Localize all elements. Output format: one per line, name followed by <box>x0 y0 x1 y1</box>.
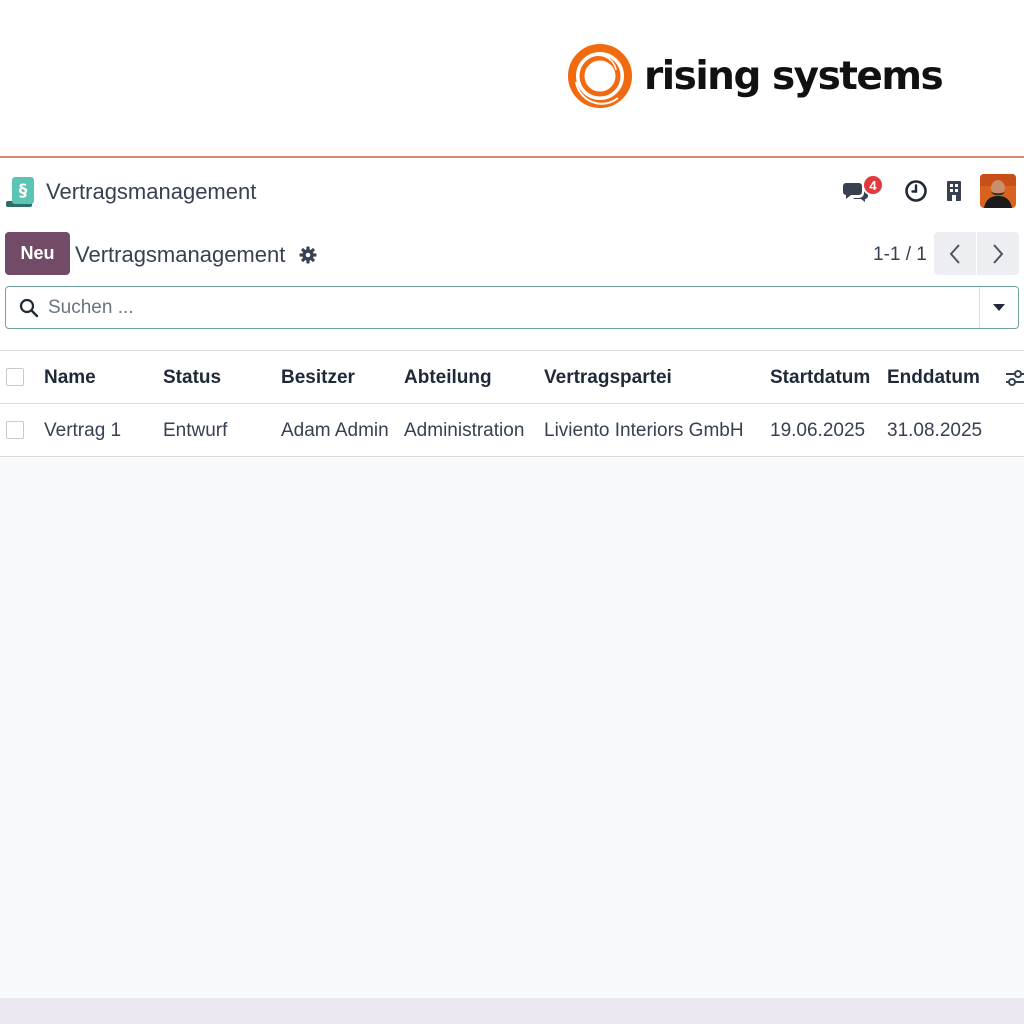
cell-status: Entwurf <box>163 419 228 441</box>
pager-previous-button[interactable] <box>934 232 976 275</box>
search-bar <box>5 286 1019 329</box>
brand: rising systems <box>566 42 944 110</box>
company-icon[interactable] <box>941 178 967 204</box>
table-row[interactable]: Vertrag 1 Entwurf Adam Admin Administrat… <box>0 404 1024 457</box>
gear-icon[interactable] <box>299 246 317 264</box>
chevron-left-icon <box>949 243 960 264</box>
clock-icon[interactable] <box>903 178 929 204</box>
column-header-end-date[interactable]: Enddatum <box>887 351 980 404</box>
cell-contract-party: Liviento Interiors GmbH <box>544 419 744 441</box>
column-header-owner[interactable]: Besitzer <box>281 351 355 404</box>
column-header-department[interactable]: Abteilung <box>404 351 492 404</box>
select-all-checkbox[interactable] <box>6 368 24 386</box>
new-button[interactable]: Neu <box>5 232 70 275</box>
search-input[interactable] <box>48 288 968 328</box>
svg-text:§: § <box>19 181 28 201</box>
paragraph-document-icon[interactable]: § <box>4 176 36 208</box>
orange-ring-logo <box>568 44 632 108</box>
chat-badge[interactable]: 4 <box>862 174 884 196</box>
app-title[interactable]: Vertragsmanagement <box>46 179 256 205</box>
row-checkbox[interactable] <box>6 421 24 439</box>
control-panel: Neu Vertragsmanagement 1-1 / 1 <box>0 222 1024 350</box>
page-title: Vertragsmanagement <box>75 242 286 267</box>
list-view: Name Status Besitzer Abteilung Vertragsp… <box>0 350 1024 998</box>
caret-down-icon <box>993 303 1005 311</box>
bottom-strip <box>0 998 1024 1024</box>
cell-owner: Adam Admin <box>281 419 389 441</box>
column-header-contract-party[interactable]: Vertragspartei <box>544 351 672 404</box>
pager-value[interactable]: 1-1 / 1 <box>873 244 927 266</box>
cell-department: Administration <box>404 419 525 441</box>
search-options-toggle[interactable] <box>979 287 1018 328</box>
list-table: Name Status Besitzer Abteilung Vertragsp… <box>0 351 1024 457</box>
table-header-row: Name Status Besitzer Abteilung Vertragsp… <box>0 351 1024 404</box>
cell-start-date: 19.06.2025 <box>770 419 866 441</box>
brand-name: rising systems <box>644 53 944 99</box>
optional-columns-icon[interactable] <box>1006 368 1024 388</box>
brand-banner: rising systems <box>0 0 1024 158</box>
search-icon <box>19 298 39 318</box>
pager-next-button[interactable] <box>977 232 1019 275</box>
avatar[interactable] <box>980 174 1016 208</box>
column-header-start-date[interactable]: Startdatum <box>770 351 870 404</box>
cell-name: Vertrag 1 <box>44 419 122 441</box>
column-header-name[interactable]: Name <box>44 351 96 404</box>
chevron-right-icon <box>993 243 1004 264</box>
cell-end-date: 31.08.2025 <box>887 419 983 441</box>
column-header-status[interactable]: Status <box>163 351 221 404</box>
